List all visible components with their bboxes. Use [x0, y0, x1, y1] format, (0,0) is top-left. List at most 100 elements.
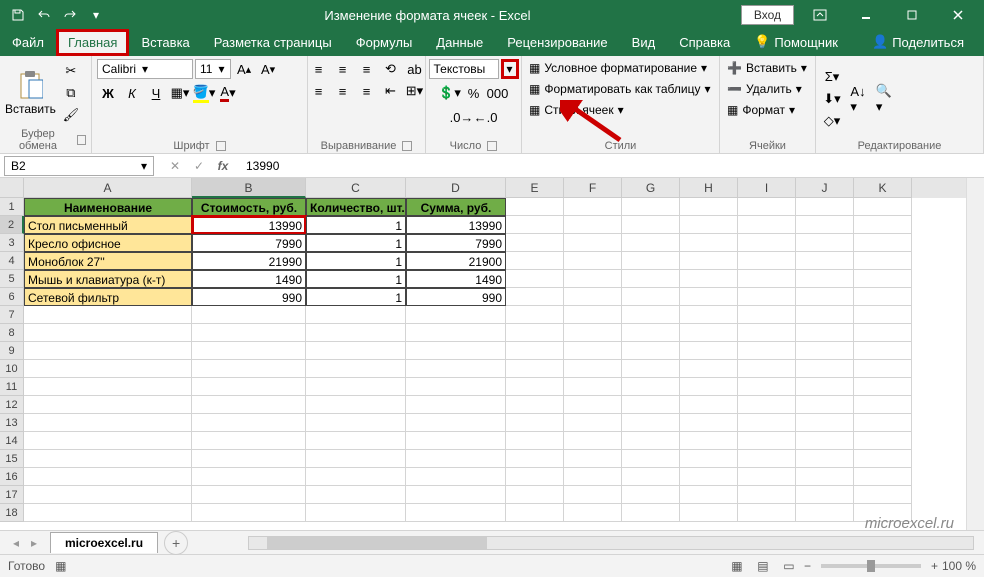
cell-C10[interactable] — [306, 360, 406, 378]
cell-D4[interactable]: 21900 — [406, 252, 506, 270]
cell-I7[interactable] — [738, 306, 796, 324]
cell-E6[interactable] — [506, 288, 564, 306]
row-header-12[interactable]: 12 — [0, 396, 24, 414]
cell-B17[interactable] — [192, 486, 306, 504]
cell-F5[interactable] — [564, 270, 622, 288]
cell-K12[interactable] — [854, 396, 912, 414]
cell-F7[interactable] — [564, 306, 622, 324]
ribbon-display-icon[interactable] — [800, 0, 840, 30]
tab-help[interactable]: Справка — [667, 29, 742, 56]
tab-home[interactable]: Главная — [56, 29, 129, 56]
cell-A7[interactable] — [24, 306, 192, 324]
cell-A10[interactable] — [24, 360, 192, 378]
align-center-icon[interactable]: ≡ — [332, 81, 354, 101]
row-header-16[interactable]: 16 — [0, 468, 24, 486]
cell-A5[interactable]: Мышь и клавиатура (к-т) — [24, 270, 192, 288]
cell-J10[interactable] — [796, 360, 854, 378]
cell-I3[interactable] — [738, 234, 796, 252]
decrease-indent-icon[interactable]: ⇤ — [380, 81, 402, 101]
cell-A15[interactable] — [24, 450, 192, 468]
cell-C13[interactable] — [306, 414, 406, 432]
cell-G13[interactable] — [622, 414, 680, 432]
cell-F11[interactable] — [564, 378, 622, 396]
cell-A13[interactable] — [24, 414, 192, 432]
cell-H2[interactable] — [680, 216, 738, 234]
cell-D9[interactable] — [406, 342, 506, 360]
cell-B7[interactable] — [192, 306, 306, 324]
cell-G10[interactable] — [622, 360, 680, 378]
cancel-icon[interactable]: ✕ — [164, 156, 186, 176]
cell-F14[interactable] — [564, 432, 622, 450]
cell-C15[interactable] — [306, 450, 406, 468]
tab-page-layout[interactable]: Разметка страницы — [202, 29, 344, 56]
cell-J6[interactable] — [796, 288, 854, 306]
cell-I9[interactable] — [738, 342, 796, 360]
cell-E7[interactable] — [506, 306, 564, 324]
minimize-button[interactable] — [846, 0, 886, 30]
cell-F6[interactable] — [564, 288, 622, 306]
fx-icon[interactable]: fx — [212, 156, 234, 176]
cell-B9[interactable] — [192, 342, 306, 360]
column-header-E[interactable]: E — [506, 178, 564, 198]
cell-K6[interactable] — [854, 288, 912, 306]
cell-F13[interactable] — [564, 414, 622, 432]
cell-J4[interactable] — [796, 252, 854, 270]
cell-H8[interactable] — [680, 324, 738, 342]
cell-D16[interactable] — [406, 468, 506, 486]
name-box[interactable]: B2▾ — [4, 156, 154, 176]
row-header-4[interactable]: 4 — [0, 252, 24, 270]
cell-B4[interactable]: 21990 — [192, 252, 306, 270]
cell-A4[interactable]: Моноблок 27'' — [24, 252, 192, 270]
conditional-formatting-button[interactable]: ▦Условное форматирование▾ — [527, 59, 709, 77]
cell-H9[interactable] — [680, 342, 738, 360]
cell-A11[interactable] — [24, 378, 192, 396]
cell-E17[interactable] — [506, 486, 564, 504]
align-right-icon[interactable]: ≡ — [356, 81, 378, 101]
cell-J2[interactable] — [796, 216, 854, 234]
cell-G1[interactable] — [622, 198, 680, 216]
cell-B2[interactable]: 13990 — [192, 216, 306, 234]
cell-E4[interactable] — [506, 252, 564, 270]
cell-H1[interactable] — [680, 198, 738, 216]
cell-K14[interactable] — [854, 432, 912, 450]
cell-I11[interactable] — [738, 378, 796, 396]
cell-A12[interactable] — [24, 396, 192, 414]
cell-J16[interactable] — [796, 468, 854, 486]
cell-B11[interactable] — [192, 378, 306, 396]
cell-I16[interactable] — [738, 468, 796, 486]
cell-D11[interactable] — [406, 378, 506, 396]
alignment-launcher[interactable] — [402, 141, 412, 151]
row-header-10[interactable]: 10 — [0, 360, 24, 378]
tab-review[interactable]: Рецензирование — [495, 29, 619, 56]
cell-C11[interactable] — [306, 378, 406, 396]
cell-E14[interactable] — [506, 432, 564, 450]
format-painter-icon[interactable]: 🖌 — [60, 105, 82, 125]
cell-C6[interactable]: 1 — [306, 288, 406, 306]
cell-K16[interactable] — [854, 468, 912, 486]
cell-D17[interactable] — [406, 486, 506, 504]
cell-A2[interactable]: Стол письменный — [24, 216, 192, 234]
cell-K8[interactable] — [854, 324, 912, 342]
cell-F15[interactable] — [564, 450, 622, 468]
row-header-14[interactable]: 14 — [0, 432, 24, 450]
borders-icon[interactable]: ▦▾ — [169, 83, 191, 103]
decrease-decimal-icon[interactable]: ←.0 — [475, 107, 497, 127]
row-header-17[interactable]: 17 — [0, 486, 24, 504]
column-header-D[interactable]: D — [406, 178, 506, 198]
cell-I12[interactable] — [738, 396, 796, 414]
column-header-K[interactable]: K — [854, 178, 912, 198]
cell-H18[interactable] — [680, 504, 738, 522]
cut-icon[interactable]: ✂ — [60, 61, 82, 81]
cell-E8[interactable] — [506, 324, 564, 342]
insert-cells-button[interactable]: ➕Вставить▾ — [725, 59, 809, 77]
zoom-slider[interactable] — [821, 564, 921, 568]
cell-D6[interactable]: 990 — [406, 288, 506, 306]
cell-A1[interactable]: Наименование — [24, 198, 192, 216]
cell-K2[interactable] — [854, 216, 912, 234]
cell-B16[interactable] — [192, 468, 306, 486]
cell-J14[interactable] — [796, 432, 854, 450]
cell-D13[interactable] — [406, 414, 506, 432]
merge-icon[interactable]: ⊞▾ — [404, 81, 426, 101]
cell-I18[interactable] — [738, 504, 796, 522]
cell-H16[interactable] — [680, 468, 738, 486]
